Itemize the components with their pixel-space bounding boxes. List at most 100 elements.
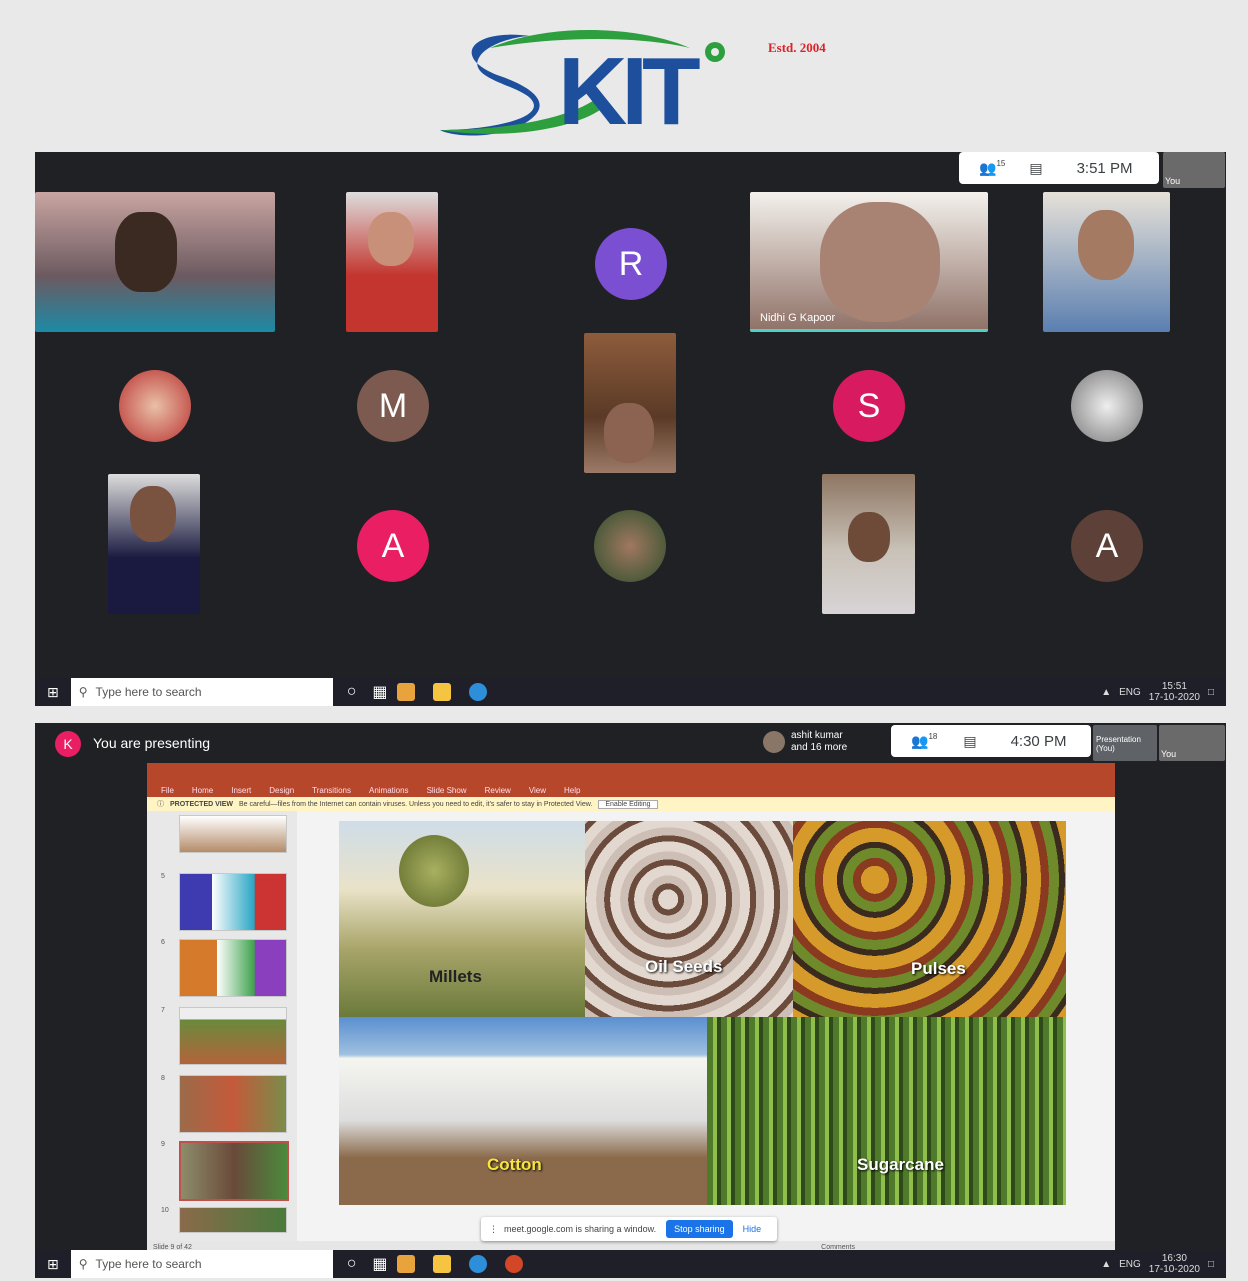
drag-handle-icon[interactable]: ⋮ <box>489 1224 498 1235</box>
notifications-icon[interactable]: □ <box>1208 687 1214 698</box>
viewer-name: ashit kumar <box>791 730 843 741</box>
chrome-icon[interactable] <box>396 1255 415 1273</box>
language-indicator[interactable]: ENG <box>1119 1259 1141 1270</box>
participant-video[interactable] <box>108 474 200 614</box>
participant-count: 18 <box>928 731 938 741</box>
cortana-icon[interactable]: ○ <box>347 1255 357 1273</box>
slide-thumbnail[interactable] <box>179 873 287 931</box>
participant-video[interactable] <box>584 333 676 473</box>
powerpoint-icon[interactable] <box>504 1255 523 1273</box>
participant-video[interactable] <box>35 192 275 332</box>
speaker-video[interactable]: Nidhi G Kapoor <box>750 192 988 332</box>
clock-time: 15:51 <box>1161 681 1187 692</box>
chat-icon[interactable]: ▤ <box>963 733 976 750</box>
participant-avatar[interactable]: S <box>833 370 905 442</box>
viewer-avatar <box>763 731 785 753</box>
enable-editing-button[interactable]: Enable Editing <box>598 799 658 809</box>
network-icon[interactable]: ▲ <box>1101 687 1111 698</box>
system-tray: ▲ ENG 16:30 17-10-2020 □ <box>1101 1253 1214 1275</box>
slide-label-pulses: Pulses <box>911 959 966 978</box>
file-explorer-icon[interactable] <box>432 1255 451 1273</box>
meet-topbar: 👥 15 ▤ 3:51 PM <box>959 152 1159 184</box>
clock-date: 17-10-2020 <box>1148 1264 1200 1275</box>
slide-label-oil-seeds: Oil Seeds <box>645 957 723 976</box>
tab-home[interactable]: Home <box>192 786 213 795</box>
participant-avatar-photo[interactable] <box>594 510 666 582</box>
self-label: You <box>1161 749 1177 759</box>
participant-avatar[interactable]: M <box>357 370 429 442</box>
tab-transitions[interactable]: Transitions <box>312 786 351 795</box>
avatar-letter: K <box>63 736 73 752</box>
windows-taskbar: ⊞ ⚲ Type here to search ○ ▦ ▲ ENG 16:30 1… <box>35 1250 1226 1278</box>
slide-label-millets: Millets <box>429 967 482 986</box>
viewer-info: ashit kumar and 16 more <box>763 727 857 759</box>
clock-time: 16:30 <box>1161 1253 1187 1264</box>
taskbar-search[interactable]: ⚲ Type here to search <box>70 678 333 706</box>
self-view-tile[interactable]: You <box>1163 152 1225 188</box>
windows-start-icon[interactable]: ⊞ <box>47 684 59 701</box>
clock[interactable]: 15:51 17-10-2020 <box>1149 681 1200 703</box>
tab-view[interactable]: View <box>529 786 546 795</box>
presentation-tile-label: Presentation (You) <box>1096 735 1141 753</box>
protected-view-bar: ⓘ PROTECTED VIEW Be careful—files from t… <box>147 797 1115 811</box>
cortana-icon[interactable]: ○ <box>347 683 357 701</box>
edge-icon[interactable] <box>468 1255 487 1273</box>
self-view-tile[interactable]: You <box>1159 725 1225 761</box>
notifications-icon[interactable]: □ <box>1208 1259 1214 1270</box>
oil-seeds-image: Oil Seeds <box>585 821 793 1017</box>
sugarcane-image: Sugarcane <box>707 1017 1066 1205</box>
edge-icon[interactable] <box>468 683 487 701</box>
ribbon-tabs: File Home Insert Design Transitions Anim… <box>147 783 1115 797</box>
participant-avatar-photo[interactable] <box>1071 370 1143 442</box>
presentation-tile[interactable]: Presentation (You) <box>1093 725 1157 761</box>
cotton-image: Cotton <box>339 1017 707 1205</box>
current-slide[interactable]: Millets Oil Seeds Pulses Cotton Sugarcan… <box>339 821 1066 1205</box>
slide-thumbnail[interactable] <box>179 1007 287 1065</box>
people-icon[interactable]: 👥 <box>979 160 996 177</box>
participant-avatar[interactable]: R <box>595 228 667 300</box>
participant-video[interactable] <box>1043 192 1170 332</box>
taskbar-search[interactable]: ⚲ Type here to search <box>70 1250 333 1278</box>
logo-letters: KIT <box>558 38 701 145</box>
slide-thumbnail[interactable] <box>179 1207 287 1233</box>
avatar-letter: R <box>618 244 644 283</box>
tab-review[interactable]: Review <box>485 786 511 795</box>
meet-presenting-screen: K You are presenting ashit kumar and 16 … <box>35 723 1226 1278</box>
tab-slide-show[interactable]: Slide Show <box>427 786 467 795</box>
speaker-name: Nidhi G Kapoor <box>760 312 836 324</box>
participant-avatar[interactable]: A <box>357 510 429 582</box>
people-icon[interactable]: 👥 <box>911 733 928 750</box>
tab-design[interactable]: Design <box>269 786 294 795</box>
tab-help[interactable]: Help <box>564 786 580 795</box>
participant-avatar-photo[interactable] <box>119 370 191 442</box>
slide-thumbnail-selected[interactable] <box>179 1141 289 1201</box>
tab-file[interactable]: File <box>161 786 174 795</box>
meet-grid-screen: 👥 15 ▤ 3:51 PM You R Nidhi G Kapoor M S … <box>35 152 1226 706</box>
network-icon[interactable]: ▲ <box>1101 1259 1111 1270</box>
chat-icon[interactable]: ▤ <box>1029 160 1042 177</box>
file-explorer-icon[interactable] <box>432 683 451 701</box>
tab-insert[interactable]: Insert <box>231 786 251 795</box>
slide-thumbnail[interactable] <box>179 1075 287 1133</box>
search-placeholder: Type here to search <box>95 685 202 699</box>
participant-video[interactable] <box>822 474 915 614</box>
participant-video[interactable] <box>346 192 438 332</box>
slide-number: 9 <box>161 1141 165 1148</box>
language-indicator[interactable]: ENG <box>1119 687 1141 698</box>
self-label: You <box>1165 176 1181 186</box>
slide-number: 10 <box>161 1207 169 1214</box>
windows-start-icon[interactable]: ⊞ <box>47 1256 59 1273</box>
tab-animations[interactable]: Animations <box>369 786 409 795</box>
task-view-icon[interactable]: ▦ <box>372 1254 387 1274</box>
slide-thumbnail[interactable] <box>179 939 287 997</box>
hide-button[interactable]: Hide <box>743 1224 762 1234</box>
task-view-icon[interactable]: ▦ <box>372 682 387 702</box>
powerpoint-window: File Home Insert Design Transitions Anim… <box>147 763 1115 1253</box>
chrome-icon[interactable] <box>396 683 415 701</box>
participant-avatar[interactable]: A <box>1071 510 1143 582</box>
clock[interactable]: 16:30 17-10-2020 <box>1149 1253 1200 1275</box>
slide-thumbnail[interactable] <box>179 815 287 853</box>
sharing-message: meet.google.com is sharing a window. <box>504 1224 657 1234</box>
stop-sharing-button[interactable]: Stop sharing <box>666 1220 733 1238</box>
protected-message: Be careful—files from the Internet can c… <box>239 800 593 808</box>
